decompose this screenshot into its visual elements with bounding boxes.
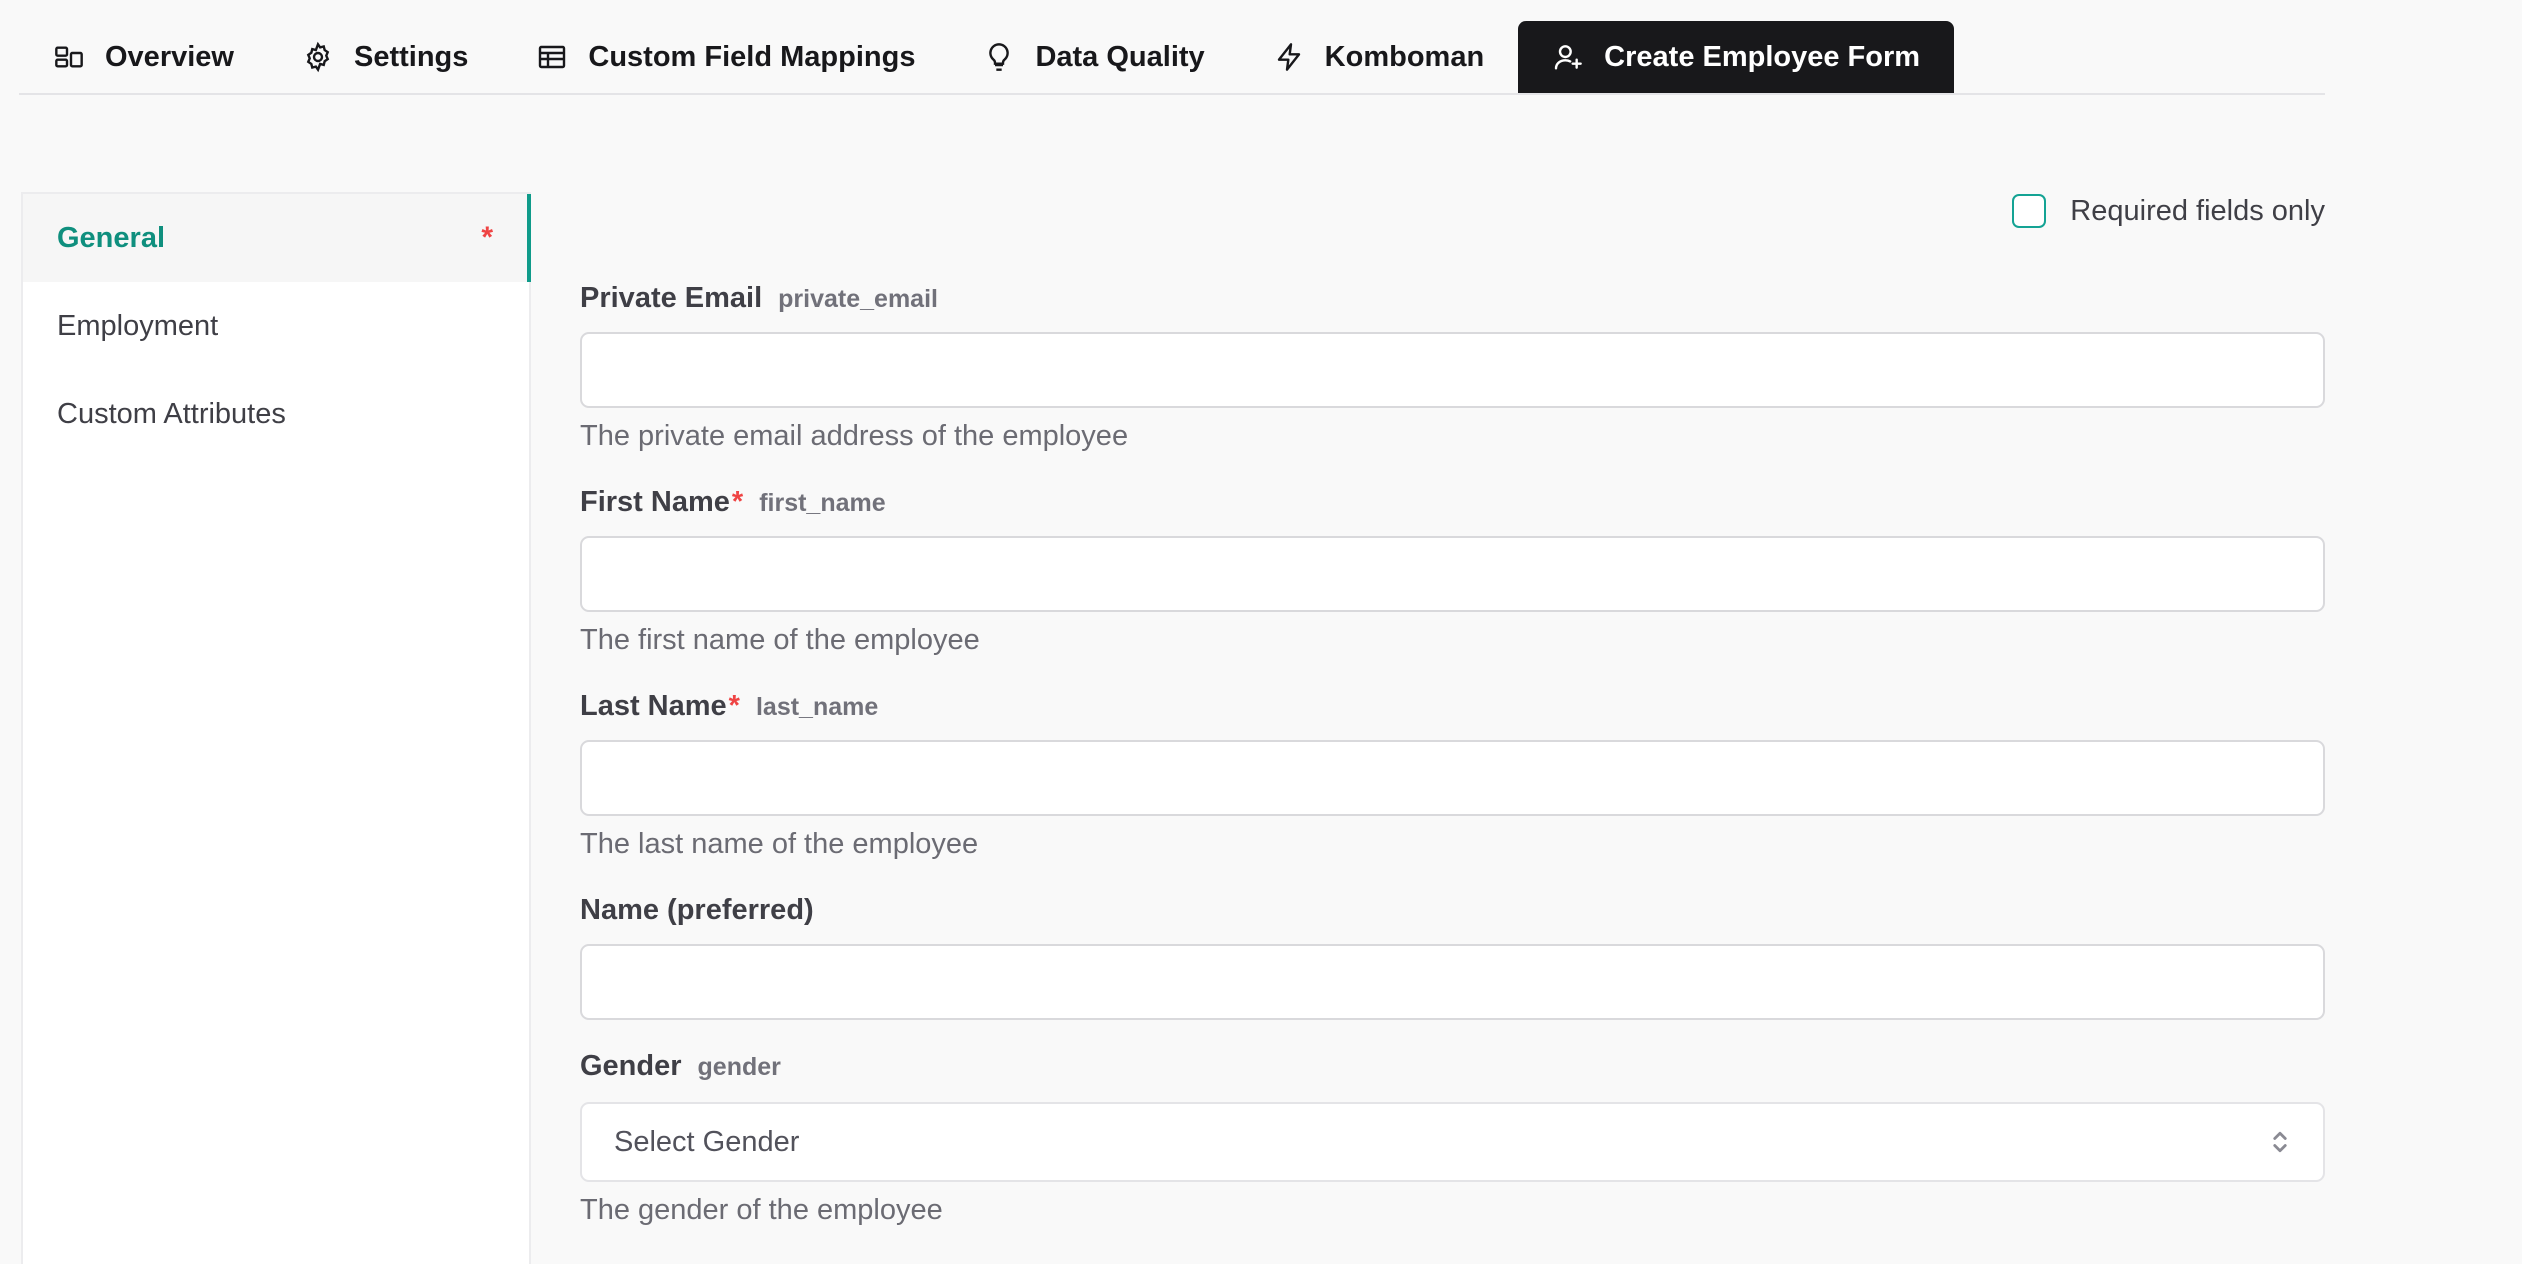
sidebar-item-general[interactable]: General * bbox=[23, 194, 531, 282]
field-preferred-name: Name (preferred) bbox=[580, 894, 2325, 1020]
gear-icon bbox=[306, 41, 330, 73]
tab-komboman[interactable]: Komboman bbox=[1239, 21, 1519, 93]
required-indicator: * bbox=[481, 221, 493, 254]
section-sidebar: General * Employment Custom Attributes bbox=[21, 192, 531, 1264]
required-indicator: * bbox=[728, 690, 740, 722]
field-key: gender bbox=[697, 1053, 781, 1081]
tab-label: Komboman bbox=[1324, 40, 1485, 73]
field-first-name: First Name * first_name The first name o… bbox=[580, 486, 2325, 657]
required-indicator: * bbox=[731, 486, 744, 518]
preferred-name-input[interactable] bbox=[580, 944, 2325, 1020]
field-key: private_email bbox=[778, 285, 938, 313]
required-fields-only-toggle[interactable]: Required fields only bbox=[2012, 194, 2325, 228]
gender-select[interactable]: Select Gender bbox=[580, 1102, 2325, 1182]
tab-label: Create Employee Form bbox=[1604, 40, 1921, 73]
field-help-text: The private email address of the employe… bbox=[580, 420, 1129, 452]
sidebar-item-employment[interactable]: Employment bbox=[23, 282, 529, 370]
gender-select-placeholder: Select Gender bbox=[614, 1125, 800, 1158]
tab-label: Overview bbox=[105, 40, 234, 73]
field-key: first_name bbox=[759, 489, 886, 517]
tab-settings[interactable]: Settings bbox=[268, 21, 502, 93]
chevron-up-down-icon bbox=[2273, 1131, 2287, 1153]
overview-icon bbox=[55, 46, 83, 68]
required-fields-only-label: Required fields only bbox=[2070, 194, 2325, 227]
field-help-text: The last name of the employee bbox=[580, 828, 979, 860]
sidebar-item-label: Custom Attributes bbox=[57, 397, 286, 430]
user-plus-icon bbox=[1554, 45, 1583, 70]
field-last-name: Last Name * last_name The last name of t… bbox=[580, 690, 2325, 861]
first-name-input[interactable] bbox=[580, 536, 2325, 612]
field-label: Private Email bbox=[580, 282, 763, 314]
field-label: Gender bbox=[580, 1050, 682, 1082]
tab-label: Custom Field Mappings bbox=[588, 40, 916, 73]
tab-label: Data Quality bbox=[1035, 40, 1205, 73]
tab-bar: Overview Settings Custom Field Mappings … bbox=[19, 21, 2325, 95]
tab-label: Settings bbox=[353, 40, 469, 73]
sidebar-item-label: Employment bbox=[57, 309, 219, 342]
sidebar-item-custom-attributes[interactable]: Custom Attributes bbox=[23, 370, 529, 458]
lightbulb-icon bbox=[989, 43, 1010, 71]
lightning-icon bbox=[1277, 43, 1300, 71]
field-help-text: The first name of the employee bbox=[580, 624, 980, 656]
last-name-input[interactable] bbox=[580, 740, 2325, 816]
private-email-input[interactable] bbox=[580, 332, 2325, 408]
tab-data-quality[interactable]: Data Quality bbox=[949, 21, 1238, 93]
field-key: last_name bbox=[755, 693, 879, 721]
tab-custom-field-mappings[interactable]: Custom Field Mappings bbox=[502, 21, 949, 93]
field-gender: Gender gender Select Gender The gender o… bbox=[580, 1050, 2325, 1227]
sidebar-item-label: General bbox=[57, 221, 165, 254]
table-icon bbox=[539, 45, 566, 69]
field-label: First Name bbox=[580, 486, 730, 518]
field-help-text: The gender of the employee bbox=[580, 1194, 943, 1226]
field-label: Last Name bbox=[580, 690, 727, 722]
tab-overview[interactable]: Overview bbox=[19, 21, 268, 93]
field-label: Name (preferred) bbox=[580, 894, 814, 926]
field-private-email: Private Email private_email The private … bbox=[580, 282, 2325, 453]
required-fields-only-checkbox[interactable] bbox=[2012, 194, 2047, 228]
tab-create-employee-form[interactable]: Create Employee Form bbox=[1518, 21, 1955, 93]
